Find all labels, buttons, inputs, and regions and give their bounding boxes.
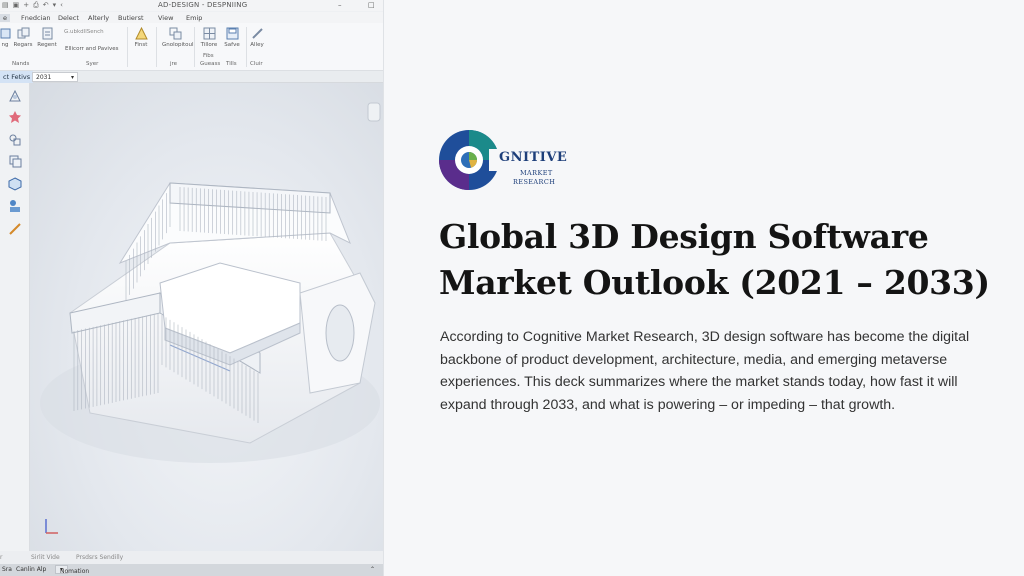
cad-screenshot: ▤ ▣ + ⎙ ↶ ▾ ‹ AD-DESIGN - DESPNIING – □ …	[0, 0, 384, 576]
chevron-down-icon: ▾	[70, 74, 74, 81]
bottom-item: Canlin Alp	[16, 566, 47, 573]
quick-access-toolbar: ▤ ▣ + ⎙ ↶ ▾ ‹	[2, 1, 63, 10]
ribbon-tool-1[interactable]: Regars	[10, 27, 36, 48]
add-icon[interactable]: +	[23, 1, 29, 10]
print-icon[interactable]: ⎙	[33, 1, 39, 10]
ribbon-tool-label: Alley	[250, 42, 264, 48]
menu-item-2[interactable]: Delect	[58, 14, 79, 22]
dropdown-icon[interactable]: ▾	[53, 1, 57, 10]
pen-icon[interactable]	[8, 222, 22, 236]
document-tab-row: ct Fetivs 2031 ▾	[0, 71, 383, 83]
ribbon-group-label: Nands	[12, 61, 30, 67]
undo-icon[interactable]: ↶	[43, 1, 49, 10]
minimize-icon[interactable]: –	[338, 1, 342, 9]
ribbon-group-label: Cluir	[250, 61, 263, 67]
slide-title-line-1: Global 3D Design Software	[439, 217, 929, 256]
year-dropdown[interactable]: 2031 ▾	[32, 72, 78, 82]
shapes-icon[interactable]	[8, 133, 22, 147]
mode-value: Nomation	[60, 568, 90, 575]
status-item: Prsdsrs Sendilly	[76, 554, 124, 561]
triangle-icon	[134, 27, 148, 40]
ribbon-group-label: Tills	[226, 61, 237, 67]
ribbon-tool-label: Finst	[134, 42, 148, 48]
ribbon-tool-label: Safve	[224, 42, 240, 48]
user-icon[interactable]	[8, 199, 22, 213]
layers-icon[interactable]	[8, 154, 22, 168]
menu-item-5[interactable]: View	[158, 14, 173, 22]
logo-wordmark: GNITIVE	[499, 150, 568, 165]
ribbon-tool-4[interactable]: Gnolopitoul	[162, 27, 194, 48]
ribbon-tool-label: Regars	[13, 42, 33, 48]
ribbon-tool-3[interactable]: Finst	[128, 27, 154, 48]
save-disk-icon	[226, 27, 238, 40]
cad-titlebar: ▤ ▣ + ⎙ ↶ ▾ ‹ AD-DESIGN - DESPNIING – □	[0, 0, 383, 11]
cad-menubar: e Fnedcian Delect Alterly Butierst View …	[0, 12, 383, 23]
ribbon-tool-6[interactable]: Safve	[219, 27, 245, 48]
menu-item-1[interactable]: Fnedcian	[21, 14, 50, 22]
sketch-icon[interactable]	[8, 89, 22, 103]
ribbon-group-label: Gueass	[200, 61, 221, 67]
ribbon-tool-2[interactable]: Regent	[34, 27, 60, 48]
bottom-item: Sra	[2, 566, 12, 573]
ribbon-selector[interactable]: G.ubkdllSench	[64, 29, 104, 35]
star-icon[interactable]	[8, 110, 22, 124]
ribbon-group-label: Syer	[86, 61, 99, 67]
logo-subtext-market: MARKET	[520, 169, 553, 177]
3d-viewport[interactable]	[30, 83, 383, 551]
ribbon-separator	[194, 27, 195, 67]
ribbon-tool-label: ng	[1, 42, 9, 48]
ribbon-tool-7[interactable]: Alley	[244, 27, 270, 48]
3d-model-render	[40, 102, 381, 534]
ribbon-tool-label: Gnolopitoul	[162, 42, 194, 48]
ribbon-mid-sub: jre	[170, 61, 178, 67]
window-title: AD-DESIGN - DESPNIING	[158, 1, 248, 9]
slide-title: Global 3D Design Software Market Outlook…	[439, 214, 999, 306]
ribbon-subtext: Fibs	[203, 53, 214, 59]
pencil-icon	[251, 28, 263, 39]
menu-item-6[interactable]: Emip	[186, 14, 202, 22]
status-marker: r	[0, 554, 3, 561]
menu-item-3[interactable]: Alterly	[88, 14, 109, 22]
document-icon	[42, 27, 52, 40]
back-icon[interactable]: ‹	[60, 1, 63, 10]
cad-statusbar: r Sirlit Vide Prsdsrs Sendilly	[0, 551, 383, 564]
ribbon-mid-label: Ellicorr and Pavives	[65, 46, 119, 52]
cube-icon[interactable]	[8, 177, 22, 191]
ribbon-separator	[156, 27, 157, 67]
tool-sidebar	[0, 83, 30, 551]
tab-features[interactable]: ct Fetivs	[0, 71, 34, 83]
slide-title-line-2: Market Outlook (2021 – 2033)	[439, 263, 990, 302]
grid-icon	[203, 27, 215, 40]
year-value: 2031	[36, 74, 52, 81]
save-icon[interactable]: ▣	[13, 1, 20, 10]
folder-icon[interactable]: ▤	[2, 1, 9, 10]
menu-item-4[interactable]: Butierst	[118, 14, 144, 22]
slide-body-text: According to Cognitive Market Research, …	[440, 329, 970, 413]
scroll-up-icon[interactable]: ⌃	[370, 566, 375, 573]
mode-dropdown[interactable]: Nomation ▾	[55, 565, 89, 575]
cad-bottombar: Sra Canlin Alp Nomation ▾ ⌃	[0, 564, 383, 576]
maximize-icon[interactable]: □	[368, 1, 375, 9]
ribbon-tool-label: Tillore	[200, 42, 218, 48]
cad-ribbon: ng Regars Regent G.ubkdllSench Ellicorr …	[0, 23, 383, 71]
ribbon-tool-label: Regent	[37, 42, 57, 48]
copy-icon	[17, 27, 29, 39]
status-item: Sirlit Vide	[31, 554, 60, 561]
logo-subtext-research: RESEARCH	[513, 178, 556, 186]
group-icon	[169, 27, 181, 40]
menu-item-file[interactable]: e	[0, 14, 10, 22]
